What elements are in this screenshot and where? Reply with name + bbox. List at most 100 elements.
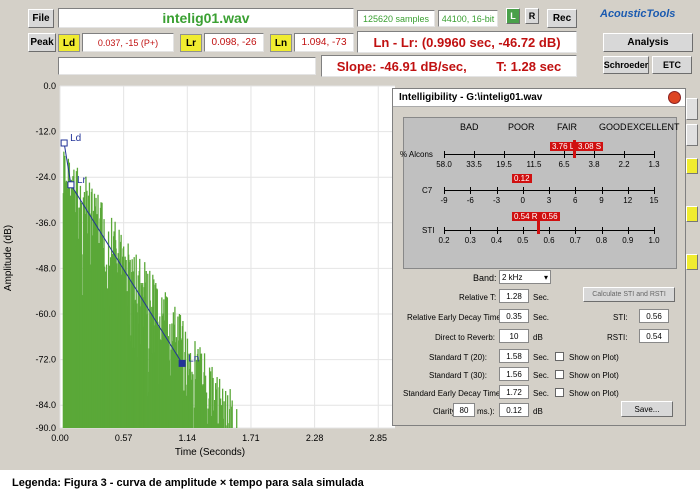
right-channel-button[interactable]: R [525,8,539,24]
dialog-title: Intelligibility - G:\intelig01.wav [393,89,685,107]
scale-tick [575,187,577,194]
y-axis-label: Amplitude (dB) [3,225,14,291]
c7-marker: 0.12 [512,174,532,183]
scale-tick-label: 6.5 [558,160,570,169]
scale-tick [534,151,535,158]
ld-button[interactable]: Ld [58,34,80,52]
scale-tick-label: 0.7 [569,236,581,245]
brand-logo: AcousticTools [600,8,676,20]
close-icon[interactable] [668,91,681,104]
schroeder-button[interactable]: Schroeder [603,56,649,74]
scale-tick-label: -3 [492,196,501,205]
y-tick-label: -12.0 [35,127,56,137]
band-value: 2 kHz [502,272,523,282]
marker-label-ld: Ld [70,133,81,144]
sti-right-marker: 0.56 [540,212,560,221]
y-tick-label: -84.0 [35,400,56,410]
scale-tick [549,187,550,194]
amplitude-plot[interactable]: 0.0 -12.0 -24.0 -36.0 -48.0 -60.0 -72.0 -84.0 -9… [0,78,395,470]
marker-label-lr: Lr [77,175,87,186]
scale-tick-label: 2.2 [618,160,630,169]
alcons-label: % Alcons [400,150,433,159]
scale-tick-label: 0.6 [543,236,555,245]
file-button[interactable]: File [28,9,54,28]
band-select[interactable]: 2 kHz ▾ [499,270,551,284]
lr-value: 0.098, -26 [204,33,264,52]
sedt-value: 1.72 [499,385,529,399]
sti-field-label: STI: [613,313,628,322]
rec-button[interactable]: Rec [547,9,577,28]
scale-tick-label: 0.5 [517,236,529,245]
relative-t-label: Relative T: [459,293,497,302]
y-tick-label: -72.0 [35,355,56,365]
side-button-1[interactable] [686,98,698,120]
scale-tick [594,151,595,158]
sti-label: STI [422,226,435,235]
intelligibility-dialog: Intelligibility - G:\intelig01.wav BAD P… [392,88,686,426]
scale-tick-label: 6 [573,196,578,205]
scale-tick [444,187,445,194]
scale-tick [470,227,472,234]
scale-tick [654,227,655,234]
clarity-value: 0.12 [499,403,529,417]
y-tick-label: -48.0 [35,263,56,273]
scale-tick [601,227,603,234]
scale-tick-label: 11.5 [526,160,542,169]
scale-tick-label: 12 [623,196,633,205]
side-yellow-2[interactable] [686,206,698,222]
scale-tick-label: 0.2 [438,236,450,245]
t20-unit: Sec. [533,353,550,362]
alcons-right-marker: 3.08 S [576,142,604,151]
filename-display: intelig01.wav [58,8,354,28]
scale-tick [522,227,524,234]
ln-button[interactable]: Ln [270,34,292,52]
rsti-field-label: RSTI: [607,333,628,342]
samples-display: 125620 samples [357,10,435,27]
analysis-button[interactable]: Analysis [603,33,693,52]
scale-tick [444,151,445,158]
scale-tick [654,187,655,194]
sti-pointer [537,212,540,234]
alcons-pointer [573,140,576,158]
scale-tick [504,151,505,158]
side-button-2[interactable] [686,124,698,146]
scale-tick-label: 1.0 [648,236,660,245]
clarity-ms-input[interactable]: 80 [453,403,475,417]
x-tick-label: 1.71 [242,433,260,443]
sedt-unit: Sec. [533,389,550,398]
scale-tick-label: 3 [546,196,552,205]
redt-label: Relative Early Decay Time: [407,313,504,322]
x-tick-label: 2.85 [369,433,387,443]
scale-tick [496,187,498,194]
side-yellow-3[interactable] [686,254,698,270]
acoustic-tools-window: File intelig01.wav 125620 samples 44100,… [0,0,700,470]
save-button[interactable]: Save... [621,401,673,417]
left-channel-button[interactable]: L [506,8,520,24]
sedt-show-checkbox[interactable] [555,388,564,397]
y-tick-label: 0.0 [43,81,56,91]
scale-tick [627,227,629,234]
t20-show-checkbox[interactable] [555,352,564,361]
x-tick-label: 2.28 [306,433,324,443]
y-tick-label: -90.0 [35,423,56,433]
peak-button[interactable]: Peak [28,33,56,52]
t30-show-checkbox[interactable] [555,370,564,379]
ln-lr-display: Ln - Lr: (0.9960 sec, -46.72 dB) [357,31,577,53]
marker-lr [67,181,75,189]
calculate-sti-button[interactable]: Calculate STI and RSTI [583,287,675,302]
sti-field-value: 0.56 [639,309,669,323]
relative-t-value: 1.28 [499,289,529,303]
cat-poor: POOR [508,122,535,132]
marker-ld [60,139,68,147]
empty-info-field [58,57,316,75]
side-yellow-1[interactable] [686,158,698,174]
chevron-down-icon: ▾ [543,272,548,282]
lr-button[interactable]: Lr [180,34,202,52]
format-display: 44100, 16-bit [438,10,498,27]
band-label: Band: [473,273,497,283]
etc-button[interactable]: ETC [652,56,692,74]
d2r-value: 10 [499,329,529,343]
relative-t-unit: Sec. [533,293,550,302]
clarity-unit: dB [533,407,543,416]
y-tick-label: -24.0 [35,172,56,182]
